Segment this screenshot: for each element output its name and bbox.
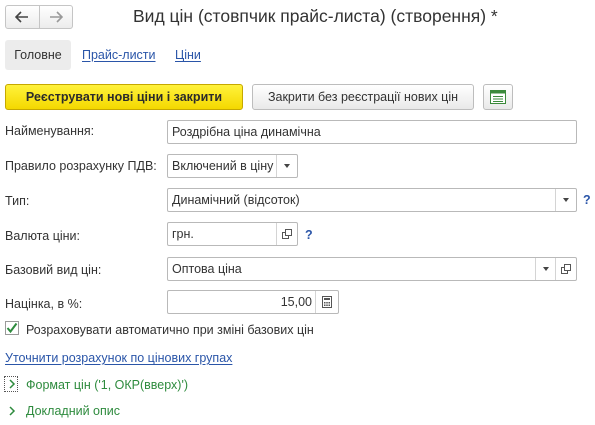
tab-prices[interactable]: Ціни <box>175 40 201 70</box>
auto-calc-label[interactable]: Розраховувати автоматично при зміні базо… <box>26 323 314 337</box>
arrow-right-icon <box>49 11 63 23</box>
chevron-right-icon[interactable] <box>6 405 18 417</box>
navigation-buttons <box>5 5 73 29</box>
chevron-down-icon <box>563 198 569 202</box>
vat-rule-value: Включений в ціну <box>172 159 274 173</box>
vat-rule-dropdown-button[interactable] <box>276 155 297 177</box>
auto-calc-checkbox[interactable] <box>5 321 19 335</box>
base-price-open-button[interactable] <box>555 258 576 280</box>
form-settings-button[interactable] <box>483 84 513 110</box>
chevron-down-icon <box>543 267 549 271</box>
name-value: Роздрібна ціна динамічна <box>172 125 321 139</box>
forward-button[interactable] <box>38 6 73 28</box>
open-icon <box>561 264 571 274</box>
markup-field[interactable]: 15,00 <box>167 290 339 314</box>
calculator-icon <box>322 296 332 308</box>
currency-help-icon[interactable]: ? <box>305 228 313 242</box>
type-dropdown-button[interactable] <box>555 189 576 211</box>
currency-open-button[interactable] <box>276 223 297 245</box>
base-price-value: Оптова ціна <box>172 262 242 276</box>
vat-rule-select[interactable]: Включений в ціну <box>167 154 298 178</box>
form-settings-icon <box>490 90 506 104</box>
name-label: Найменування: <box>5 124 95 138</box>
open-icon <box>282 229 292 239</box>
type-select[interactable]: Динамічний (відсоток) <box>167 188 577 212</box>
close-without-register-button[interactable]: Закрити без реєстрації нових цін <box>252 84 474 110</box>
base-price-select[interactable]: Оптова ціна <box>167 257 577 281</box>
currency-label: Валюта ціни: <box>5 229 80 243</box>
markup-label: Націнка, в %: <box>5 297 83 311</box>
type-label: Тип: <box>5 194 30 208</box>
window-title: Вид цін (стовпчик прайс-листа) (створенн… <box>133 6 498 26</box>
detailed-description-toggle[interactable]: Докладний опис <box>26 404 120 418</box>
currency-field[interactable]: грн. <box>167 222 298 246</box>
type-help-icon[interactable]: ? <box>583 193 591 207</box>
calculator-button[interactable] <box>315 291 338 313</box>
chevron-down-icon <box>284 164 290 168</box>
base-price-dropdown-button[interactable] <box>535 258 556 280</box>
tab-price-lists[interactable]: Прайс-листи <box>82 40 156 70</box>
tab-main[interactable]: Головне <box>5 40 71 70</box>
currency-value: грн. <box>172 227 194 241</box>
arrow-left-icon <box>15 11 29 23</box>
chevron-right-icon[interactable] <box>6 378 18 390</box>
name-field[interactable]: Роздрібна ціна динамічна <box>167 120 577 144</box>
back-button[interactable] <box>6 6 39 28</box>
markup-value: 15,00 <box>280 295 312 309</box>
price-format-toggle[interactable]: Формат цін ('1, ОКР(вверх)') <box>26 378 188 392</box>
type-value: Динамічний (відсоток) <box>172 193 300 207</box>
base-price-label: Базовий вид цін: <box>5 263 102 277</box>
register-and-close-button[interactable]: Реєструвати нові ціни і закрити <box>5 84 243 110</box>
vat-rule-label: Правило розрахунку ПДВ: <box>5 159 157 173</box>
refine-by-price-groups-link[interactable]: Уточнити розрахунок по цінових групах <box>5 351 232 365</box>
